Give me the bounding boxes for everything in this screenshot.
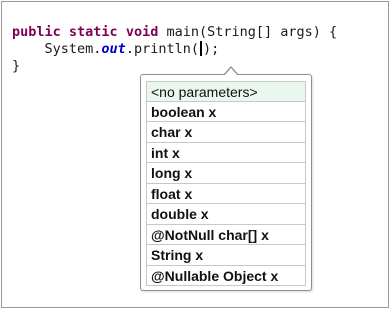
param-option-char-array[interactable]: @NotNull char[] x — [147, 225, 305, 245]
param-option-string[interactable]: String x — [147, 245, 305, 266]
param-option-object[interactable]: @Nullable Object x — [147, 266, 305, 286]
code-editor[interactable]: public static void main(String[] args) {… — [1, 1, 389, 308]
call-close: ); — [202, 41, 220, 57]
code-line-1[interactable]: public static void main(String[] args) { — [12, 24, 337, 41]
popup-pointer-fill — [224, 68, 238, 76]
class-reference: System. — [44, 41, 102, 57]
param-option-boolean[interactable]: boolean x — [147, 102, 305, 122]
field-out: out — [101, 41, 126, 57]
keyword-void: void — [125, 24, 159, 40]
param-option-char[interactable]: char x — [147, 122, 305, 143]
parameter-info-popup: <no parameters> boolean x char x int x l… — [140, 66, 312, 291]
param-option-int[interactable]: int x — [147, 143, 305, 163]
text-caret — [199, 41, 202, 56]
keyword-static: static — [68, 24, 118, 40]
param-option-double[interactable]: double x — [147, 204, 305, 225]
param-option-float[interactable]: float x — [147, 184, 305, 204]
parameter-list: <no parameters> boolean x char x int x l… — [146, 81, 306, 286]
code-block[interactable]: public static void main(String[] args) {… — [12, 24, 337, 75]
param-option-long[interactable]: long x — [147, 163, 305, 184]
code-line-3[interactable]: } — [12, 58, 337, 75]
keyword-public: public — [12, 24, 61, 40]
method-signature: main(String[] args) { — [158, 24, 338, 40]
code-line-2[interactable]: System.out.println(); — [12, 41, 337, 58]
method-call: .println( — [125, 41, 199, 57]
param-option-no-parameters[interactable]: <no parameters> — [147, 81, 305, 102]
